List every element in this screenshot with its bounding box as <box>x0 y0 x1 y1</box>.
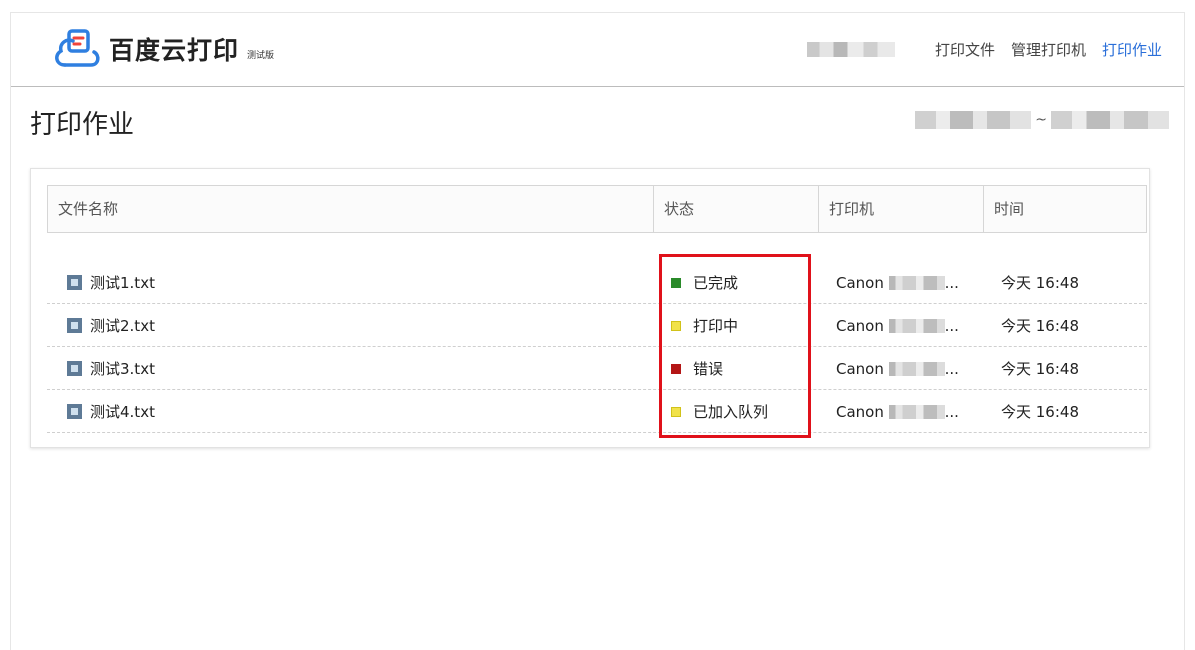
status-label: 已加入队列 <box>693 403 769 421</box>
table-row[interactable]: 测试4.txt 已加入队列 Canon ... 今天 16:48 <box>47 390 1147 433</box>
time-cell: 今天 16:48 <box>1001 360 1079 378</box>
file-cell[interactable]: 测试1.txt <box>67 261 155 304</box>
text-file-icon <box>67 275 82 290</box>
top-nav: 打印文件 管理打印机 打印作业 <box>806 39 1162 60</box>
page-title: 打印作业 <box>30 110 135 140</box>
file-name: 测试4.txt <box>90 403 155 421</box>
column-time[interactable]: 时间 <box>983 186 1146 232</box>
status-cell: 已加入队列 <box>671 390 768 433</box>
start-date-blurred[interactable] <box>915 111 1032 129</box>
user-name-blurred[interactable] <box>806 42 895 57</box>
date-separator: ~ <box>1035 112 1047 128</box>
table-row[interactable]: 测试3.txt 错误 Canon ... 今天 16:48 <box>47 347 1147 390</box>
ellipsis: ... <box>944 360 959 378</box>
time-cell: 今天 16:48 <box>1001 274 1079 292</box>
end-date-blurred[interactable] <box>1051 111 1169 129</box>
time-cell: 今天 16:48 <box>1001 403 1079 421</box>
status-cell: 错误 <box>671 347 723 390</box>
jobs-card: 文件名称 状态 打印机 时间 测试1.txt 已完成 Canon ... 今天 … <box>30 168 1150 448</box>
cloud-print-icon <box>55 29 100 67</box>
table-row[interactable]: 测试2.txt 打印中 Canon ... 今天 16:48 <box>47 304 1147 347</box>
status-error-icon <box>671 363 681 374</box>
nav-manage-printers[interactable]: 管理打印机 <box>1011 39 1086 60</box>
ellipsis: ... <box>944 403 959 421</box>
file-name: 测试3.txt <box>90 360 155 378</box>
status-label: 错误 <box>693 360 724 378</box>
printer-cell: Canon ... <box>836 390 959 433</box>
printer-cell: Canon ... <box>836 261 959 304</box>
table-row[interactable]: 测试1.txt 已完成 Canon ... 今天 16:48 <box>47 261 1147 304</box>
file-cell[interactable]: 测试2.txt <box>67 304 155 347</box>
logo[interactable]: 百度云打印 测试版 <box>51 27 274 71</box>
printer-model-blurred <box>888 361 945 376</box>
file-name: 测试2.txt <box>90 317 155 335</box>
printer-name: Canon <box>836 403 884 421</box>
logo-text: 百度云打印 <box>109 36 240 65</box>
table-header: 文件名称 状态 打印机 时间 <box>47 185 1147 233</box>
column-file-name[interactable]: 文件名称 <box>48 186 653 232</box>
printer-cell: Canon ... <box>836 304 959 347</box>
status-cell: 已完成 <box>671 261 738 304</box>
status-printing-icon <box>671 320 681 331</box>
printer-name: Canon <box>836 317 884 335</box>
printer-name: Canon <box>836 360 884 378</box>
nav-print-jobs[interactable]: 打印作业 <box>1102 39 1162 60</box>
date-range[interactable]: ~ <box>915 111 1169 129</box>
status-cell: 打印中 <box>671 304 738 347</box>
column-status[interactable]: 状态 <box>653 186 818 232</box>
printer-model-blurred <box>888 275 945 290</box>
status-label: 打印中 <box>693 317 739 335</box>
printer-model-blurred <box>888 404 945 419</box>
status-queued-icon <box>671 406 681 417</box>
printer-model-blurred <box>888 318 945 333</box>
text-file-icon <box>67 318 82 333</box>
text-file-icon <box>67 361 82 376</box>
printer-name: Canon <box>836 274 884 292</box>
file-cell[interactable]: 测试4.txt <box>67 390 155 433</box>
logo-beta-label: 测试版 <box>247 50 275 61</box>
ellipsis: ... <box>944 317 959 335</box>
column-printer[interactable]: 打印机 <box>818 186 983 232</box>
file-name: 测试1.txt <box>90 274 155 292</box>
top-bar: 百度云打印 测试版 打印文件 管理打印机 打印作业 <box>11 13 1184 87</box>
status-label: 已完成 <box>693 274 739 292</box>
ellipsis: ... <box>944 274 959 292</box>
file-cell[interactable]: 测试3.txt <box>67 347 155 390</box>
time-cell: 今天 16:48 <box>1001 317 1079 335</box>
printer-cell: Canon ... <box>836 347 959 390</box>
status-complete-icon <box>671 277 681 288</box>
text-file-icon <box>67 404 82 419</box>
nav-print-file[interactable]: 打印文件 <box>935 39 995 60</box>
